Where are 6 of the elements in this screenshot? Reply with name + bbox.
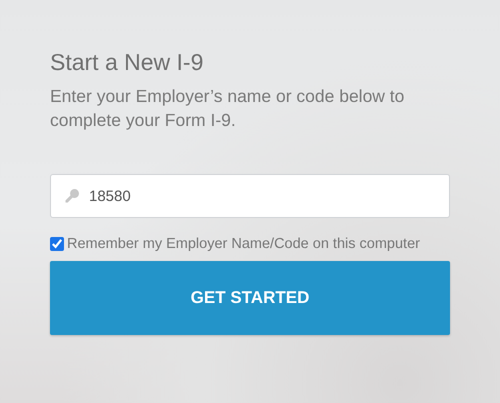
instructions-text: Enter your Employer’s name or code below to complete your Form I-9. bbox=[50, 85, 406, 132]
key-icon bbox=[64, 188, 80, 204]
remember-checkbox[interactable] bbox=[50, 237, 64, 251]
remember-label: Remember my Employer Name/Code on this computer bbox=[67, 236, 420, 252]
employer-code-field[interactable]: 18580 bbox=[50, 174, 450, 218]
page-title: Start a New I-9 bbox=[50, 48, 204, 77]
